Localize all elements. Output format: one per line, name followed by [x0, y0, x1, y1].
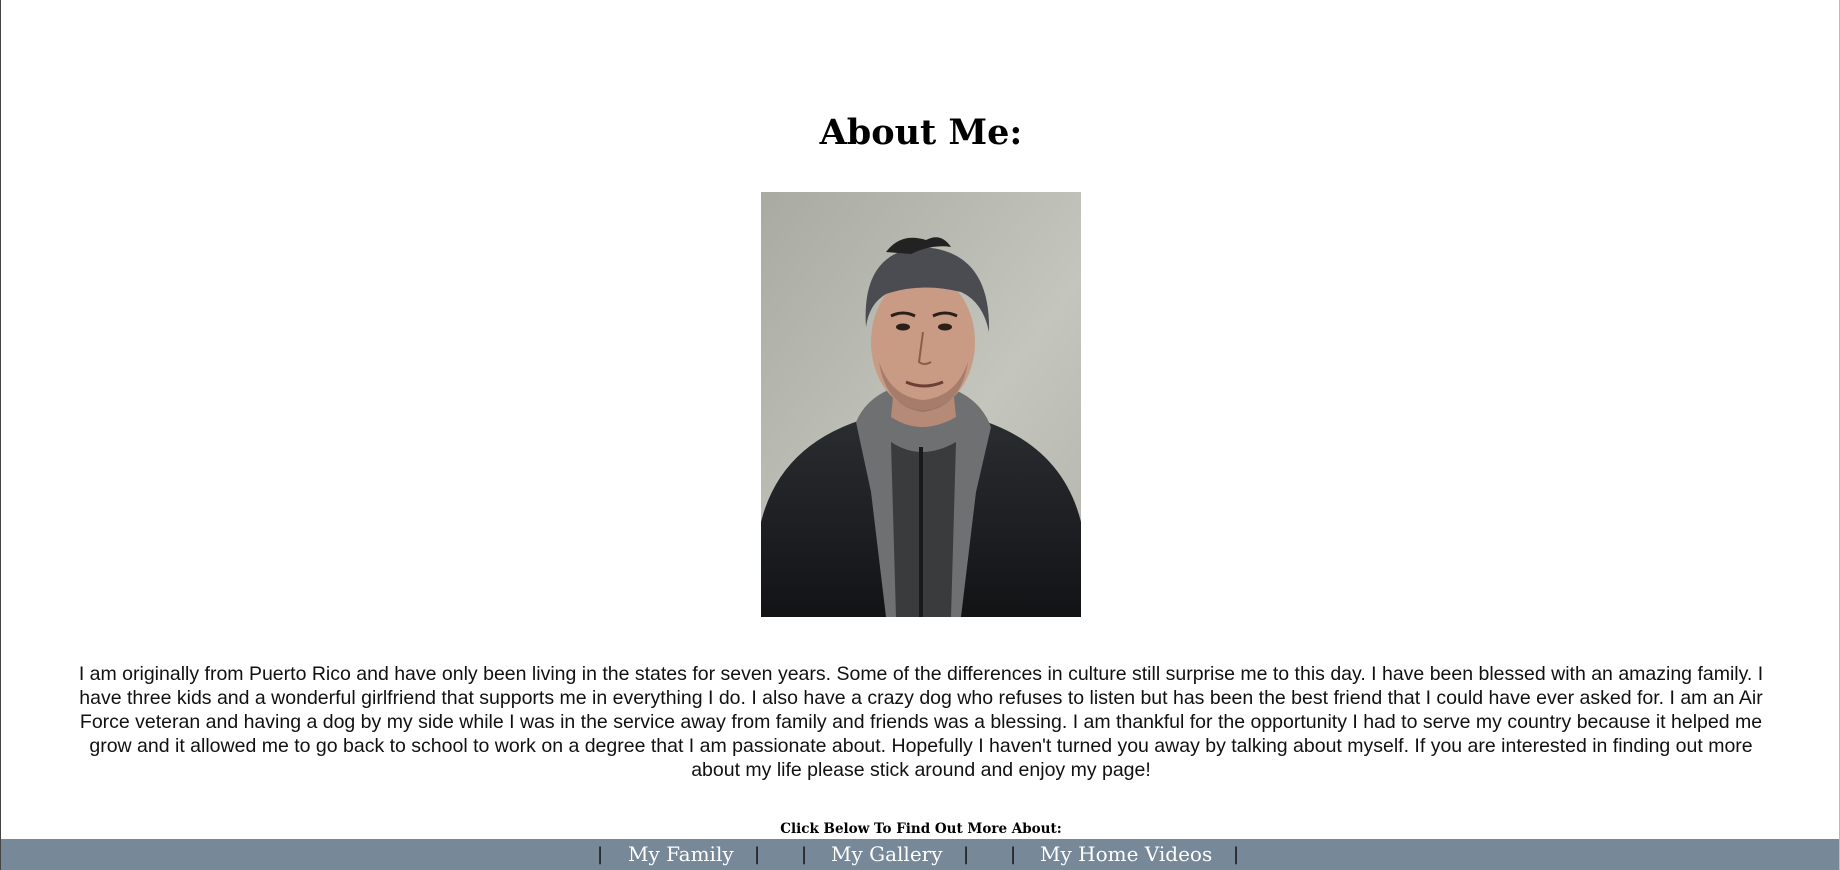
- nav-separator: |: [597, 844, 604, 865]
- page: About Me: I am originally from Puerto Ri…: [1, 0, 1839, 870]
- bio-paragraph: I am originally from Puerto Rico and hav…: [78, 663, 1764, 781]
- nav-link-my-home-videos[interactable]: My Home Videos: [1040, 839, 1212, 869]
- page-title: About Me:: [819, 112, 1023, 153]
- profile-photo-image: [761, 192, 1081, 617]
- nav-separator: |: [801, 844, 808, 865]
- profile-photo: [761, 192, 1081, 617]
- nav-separator: |: [963, 844, 970, 865]
- nav-separator: |: [754, 844, 761, 865]
- nav-separator: |: [1233, 844, 1240, 865]
- nav-link-my-family[interactable]: My Family: [628, 839, 734, 869]
- navigation-links: | My Family | | My Gallery | | My Home V…: [1, 839, 1839, 870]
- nav-separator: |: [1010, 844, 1017, 865]
- navigation-bar: | My Family | | My Gallery | | My Home V…: [1, 839, 1839, 870]
- nav-caption: Click Below To Find Out More About:: [780, 821, 1062, 837]
- nav-link-my-gallery[interactable]: My Gallery: [831, 839, 943, 869]
